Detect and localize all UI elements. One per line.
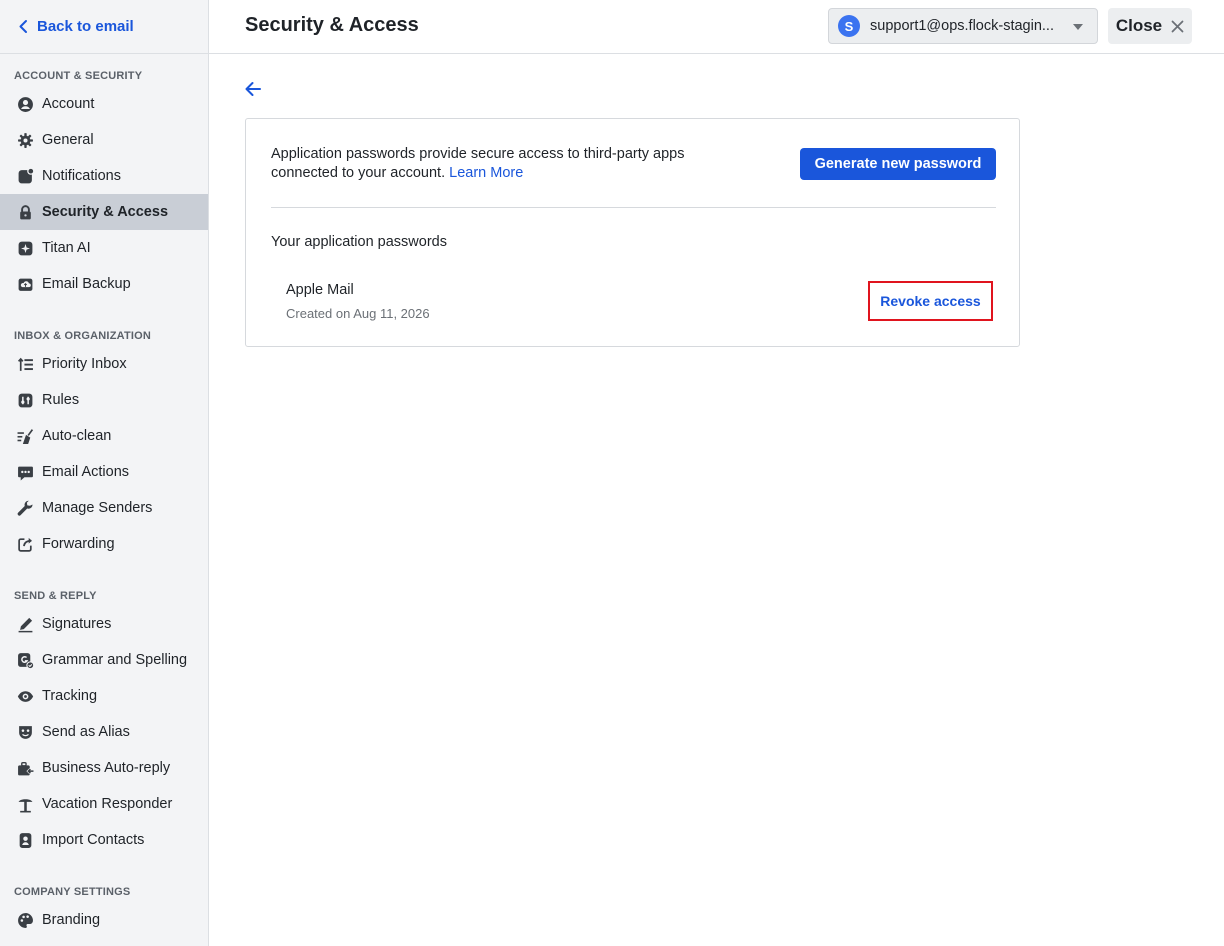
broom-icon <box>17 428 34 445</box>
sidebar-item-branding[interactable]: Branding <box>0 902 208 938</box>
sidebar-item-business-auto-reply[interactable]: Business Auto-reply <box>0 750 208 786</box>
app-passwords-description: Application passwords provide secure acc… <box>271 145 731 183</box>
sidebar-item-label: Vacation Responder <box>42 796 173 812</box>
app-passwords-card: Application passwords provide secure acc… <box>245 118 1020 347</box>
sidebar-item-label: Auto-clean <box>42 428 112 444</box>
sidebar-item-label: Import Contacts <box>42 832 145 848</box>
password-row: Apple Mail Created on Aug 11, 2026 Revok… <box>286 279 996 329</box>
auto-reply-icon <box>17 760 34 777</box>
sidebar-item-label: Branding <box>42 912 101 928</box>
sidebar-item-label: Tracking <box>42 688 98 704</box>
sparkle-icon <box>17 240 34 257</box>
back-to-email-link[interactable]: Back to email <box>17 15 134 37</box>
passwords-heading: Your application passwords <box>271 234 447 250</box>
sidebar-item-import-contacts[interactable]: Import Contacts <box>0 822 208 858</box>
sidebar-item-notifications[interactable]: Notifications <box>0 158 208 194</box>
sidebar-item-send-as-alias[interactable]: Send as Alias <box>0 714 208 750</box>
back-to-email-label: Back to email <box>37 17 134 35</box>
account-email: support1@ops.flock-stagin... <box>870 18 1054 34</box>
sidebar-item-email-backup[interactable]: Email Backup <box>0 266 208 302</box>
password-created-date: Created on Aug 11, 2026 <box>286 306 430 321</box>
account-selector[interactable]: S support1@ops.flock-stagin... <box>828 8 1098 44</box>
eye-icon <box>17 688 34 705</box>
sidebar-item-forwarding[interactable]: Forwarding <box>0 526 208 562</box>
close-button[interactable]: Close <box>1108 8 1192 44</box>
password-app-name: Apple Mail <box>286 282 354 298</box>
generate-new-password-button[interactable]: Generate new password <box>800 148 996 180</box>
section-title-send-reply: SEND & REPLY <box>14 590 97 602</box>
sidebar-item-label: Grammar and Spelling <box>42 652 188 668</box>
contacts-icon <box>17 832 34 849</box>
sidebar-item-label: General <box>42 132 94 148</box>
sidebar-item-manage-senders[interactable]: Manage Senders <box>0 490 208 526</box>
forward-icon <box>17 536 34 553</box>
sidebar-item-security-access[interactable]: Security & Access <box>0 194 208 230</box>
chat-actions-icon <box>17 464 34 481</box>
user-circle-icon <box>17 96 34 113</box>
sidebar-item-label: Forwarding <box>42 536 115 552</box>
palette-icon <box>17 912 34 929</box>
chevron-left-icon <box>19 19 27 33</box>
sidebar-item-auto-clean[interactable]: Auto-clean <box>0 418 208 454</box>
sidebar-item-label: Titan AI <box>42 240 91 256</box>
avatar: S <box>838 15 860 37</box>
sidebar-item-tracking[interactable]: Tracking <box>0 678 208 714</box>
sidebar-item-label: Email Actions <box>42 464 130 480</box>
sidebar-item-vacation-responder[interactable]: Vacation Responder <box>0 786 208 822</box>
sidebar-item-label: Security & Access <box>42 204 169 220</box>
section-title-account-security: ACCOUNT & SECURITY <box>14 70 143 82</box>
settings-sidebar: Back to email ACCOUNT & SECURITY Account… <box>0 0 209 946</box>
close-button-label: Close <box>1115 16 1163 35</box>
sidebar-item-general[interactable]: General <box>0 122 208 158</box>
rules-icon <box>17 392 34 409</box>
revoke-access-button[interactable]: Revoke access <box>868 281 993 321</box>
grammar-check-icon <box>17 652 34 669</box>
palm-tree-icon <box>17 796 34 813</box>
card-divider <box>271 207 996 208</box>
sidebar-item-label: Signatures <box>42 616 112 632</box>
lock-icon <box>17 204 34 221</box>
section-title-inbox-organization: INBOX & ORGANIZATION <box>14 330 152 342</box>
sidebar-item-signatures[interactable]: Signatures <box>0 606 208 642</box>
sidebar-item-label: Priority Inbox <box>42 356 127 372</box>
alias-mask-icon <box>17 724 34 741</box>
sidebar-item-label: Notifications <box>42 168 121 184</box>
sidebar-item-rules[interactable]: Rules <box>0 382 208 418</box>
gear-icon <box>17 132 34 149</box>
sidebar-item-label: Send as Alias <box>42 724 130 740</box>
sidebar-item-label: Manage Senders <box>42 500 153 516</box>
cloud-upload-icon <box>17 276 34 293</box>
wrench-icon <box>17 500 34 517</box>
close-icon <box>1171 20 1184 32</box>
top-bar: Security & Access S support1@ops.flock-s… <box>209 0 1224 54</box>
sidebar-item-grammar-spelling[interactable]: Grammar and Spelling <box>0 642 208 678</box>
priority-sort-icon <box>17 356 34 373</box>
chevron-down-icon <box>1073 24 1083 30</box>
sidebar-divider <box>0 53 208 54</box>
arrow-left-icon[interactable] <box>244 80 262 98</box>
sidebar-item-email-actions[interactable]: Email Actions <box>0 454 208 490</box>
section-title-company-settings: COMPANY SETTINGS <box>14 886 131 898</box>
sidebar-item-label: Rules <box>42 392 80 408</box>
sidebar-item-label: Email Backup <box>42 276 131 292</box>
notification-icon <box>17 167 34 185</box>
learn-more-link[interactable]: Learn More <box>449 165 523 181</box>
sidebar-item-label: Account <box>42 96 95 112</box>
pen-icon <box>17 616 34 633</box>
sidebar-item-titan-ai[interactable]: Titan AI <box>0 230 208 266</box>
sidebar-item-label: Business Auto-reply <box>42 760 171 776</box>
page-title: Security & Access <box>245 14 419 36</box>
sidebar-item-priority-inbox[interactable]: Priority Inbox <box>0 346 208 382</box>
sidebar-item-account[interactable]: Account <box>0 86 208 122</box>
